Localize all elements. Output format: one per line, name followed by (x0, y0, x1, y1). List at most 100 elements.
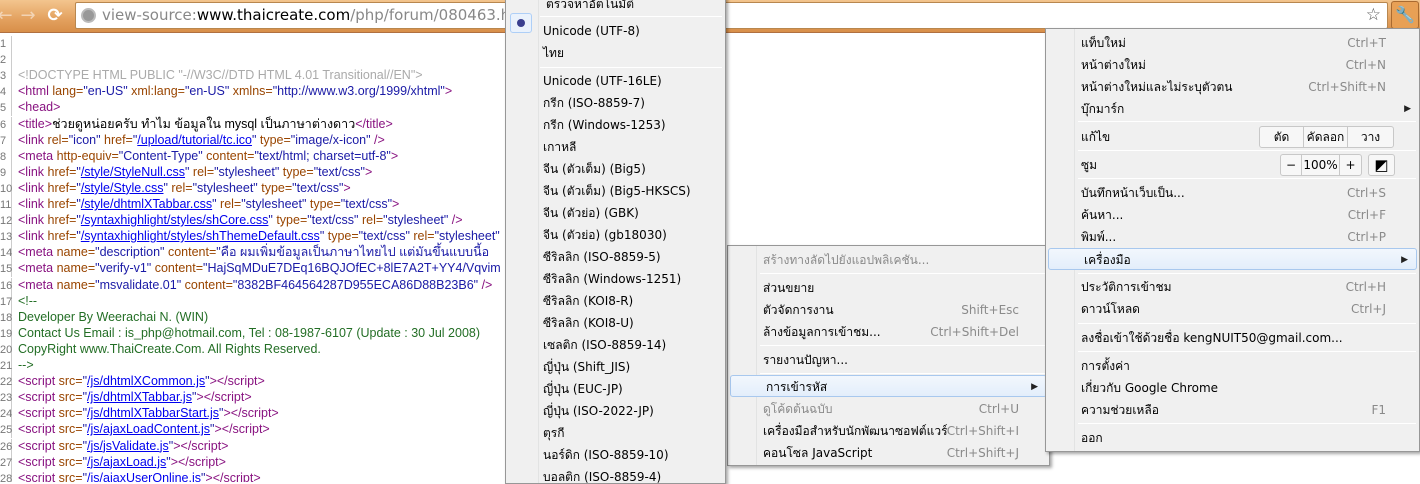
encoding-item-label: ไทย (543, 46, 564, 60)
encoding-item[interactable]: จีน (ตัวเต็ม) (Big5) (506, 158, 725, 180)
menu-item-history-shortcut: Ctrl+H (1345, 280, 1386, 294)
encoding-item[interactable]: บอลติก (ISO-8859-4) (506, 466, 725, 483)
tools-item[interactable]: ส่วนขยาย (728, 277, 1049, 299)
encoding-item[interactable]: กรีก (Windows-1253) (506, 114, 725, 136)
source-token: ></script> (223, 406, 279, 421)
source-token: <head> (18, 100, 61, 115)
source-link[interactable]: /js/dhtmlXCommon.js (87, 374, 205, 388)
source-token: content= (181, 277, 233, 292)
source-link[interactable]: /style/StyleNull.css (81, 165, 185, 179)
encoding-item[interactable]: เซลติก (ISO-8859-14) (506, 334, 725, 356)
source-link[interactable]: /syntaxhighlight/styles/shThemeDefault.c… (81, 229, 320, 243)
menu-item-new-tab[interactable]: แท็บใหม่ Ctrl+T (1046, 32, 1419, 54)
edit-copy-button[interactable]: คัดลอก (1304, 127, 1348, 147)
menu-item-downloads-shortcut: Ctrl+J (1351, 302, 1386, 316)
source-token: ></script> (170, 454, 226, 469)
menu-item-new-window[interactable]: หน้าต่างใหม่ Ctrl+N (1046, 54, 1419, 76)
tools-item[interactable]: คอนโซล JavaScript Ctrl+Shift+J (728, 442, 1049, 464)
menu-item-save[interactable]: บันทึกหน้าเว็บเป็น... Ctrl+S (1046, 182, 1419, 204)
tools-item[interactable]: เครื่องมือสำหรับนักพัฒนาซอฟต์แวร์ Ctrl+Sh… (728, 420, 1049, 442)
encoding-item[interactable]: จีน (ตัวเต็ม) (Big5-HKSCS) (506, 180, 725, 202)
fullscreen-button[interactable]: ◩ (1368, 154, 1395, 176)
menu-item-help[interactable]: ความช่วยเหลือ F1 (1046, 399, 1419, 421)
source-token: "en-US" (83, 84, 128, 99)
reload-button[interactable]: ⟳ (44, 5, 66, 27)
source-link[interactable]: /js/jsValidate.js (87, 439, 169, 453)
encoding-item[interactable]: ซีริลลิก (Windows-1251) (506, 268, 725, 290)
encoding-auto-detect[interactable]: ตรวจหาอัตโนมัติ (506, 0, 725, 15)
edit-cut-button[interactable]: ตัด (1260, 127, 1304, 147)
menu-item-exit[interactable]: ออก (1046, 427, 1419, 449)
menu-item-signin[interactable]: ลงชื่อเข้าใช้ด้วยชื่อ kengNUIT50@gmail.c… (1046, 327, 1419, 349)
tools-item[interactable]: ล้างข้อมูลการเข้าชม... Ctrl+Shift+Del (728, 321, 1049, 343)
encoding-item[interactable]: ซีริลลิก (ISO-8859-5) (506, 246, 725, 268)
wrench-menu-button[interactable]: 🔧 (1391, 1, 1419, 29)
encoding-item[interactable]: ซีริลลิก (KOI8-R) (506, 290, 725, 312)
line-number: 16 (0, 277, 13, 294)
encoding-item[interactable]: จีน (ตัวย่อ) (GBK) (506, 202, 725, 224)
bookmark-star-icon[interactable]: ☆ (1366, 3, 1381, 28)
source-link[interactable]: /js/ajaxLoadContent.js (87, 422, 210, 436)
encoding-item[interactable]: ญี่ปุ่น (Shift_JIS) (506, 356, 725, 378)
source-token: </title> (355, 116, 393, 131)
source-line: 14 <meta name="description" content="คือ … (0, 244, 489, 262)
zoom-minus-button[interactable]: − (1281, 155, 1302, 175)
tools-item[interactable]: ตัวจัดการงาน Shift+Esc (728, 299, 1049, 321)
menu-item-settings-label: การตั้งค่า (1081, 359, 1130, 373)
menu-item-print[interactable]: พิมพ์... Ctrl+P (1046, 226, 1419, 248)
menu-item-bookmarks[interactable]: บุ๊กมาร์ก ▶ (1046, 98, 1419, 120)
encoding-item[interactable]: ตุรกี (506, 422, 725, 444)
line-number: 21 (0, 358, 13, 374)
menu-item-zoom[interactable]: ซูม (1046, 154, 1419, 176)
tools-item-label: ล้างข้อมูลการเข้าชม... (763, 325, 881, 339)
edit-paste-button[interactable]: วาง (1348, 127, 1393, 147)
zoom-plus-button[interactable]: + (1340, 155, 1361, 175)
menu-item-settings[interactable]: การตั้งค่า (1046, 355, 1419, 377)
encoding-item[interactable]: ไทย (506, 42, 725, 64)
source-token: <link (18, 197, 45, 211)
back-button[interactable]: ← (0, 5, 16, 27)
source-link[interactable]: /upload/tutorial/tc.ico (137, 133, 252, 147)
source-link[interactable]: /js/ajaxLoad.js (87, 455, 166, 469)
encoding-item[interactable]: นอร์ดิก (ISO-8859-10) (506, 444, 725, 466)
menu-item-find[interactable]: ค้นหา... Ctrl+F (1046, 204, 1419, 226)
source-link[interactable]: /js/ajaxUserOnline.js (87, 471, 201, 482)
source-link[interactable]: /syntaxhighlight/styles/shCore.css (81, 213, 269, 227)
menu-item-tools[interactable]: เครื่องมือ ▶ (1048, 248, 1417, 270)
encoding-item[interactable]: Unicode (UTF-16LE) (506, 70, 725, 92)
source-link[interactable]: /style/Style.css (81, 181, 164, 195)
encoding-item[interactable]: จีน (ตัวย่อ) (gb18030) (506, 224, 725, 246)
encoding-item[interactable]: Unicode (UTF-8) (506, 20, 725, 42)
menu-item-history[interactable]: ประวัติการเข้าชม Ctrl+H (1046, 276, 1419, 298)
tools-item-label: ส่วนขยาย (763, 281, 815, 295)
source-link[interactable]: /js/dhtmlXTabbarStart.js (87, 406, 219, 420)
address-bar[interactable]: view-source:www.thaicreate.com/php/forum… (75, 2, 1388, 29)
source-line: 28 <script src="/js/ajaxUserOnline.js"></… (0, 470, 261, 482)
encoding-item-label: เกาหลี (543, 140, 577, 154)
source-line: 2 (0, 51, 18, 69)
source-link[interactable]: /style/dhtmlXTabbar.css (81, 197, 212, 211)
tools-item-shortcut: Ctrl+Shift+J (946, 446, 1019, 460)
tools-item-label: เครื่องมือสำหรับนักพัฒนาซอฟต์แวร์ (763, 424, 948, 438)
encoding-item-label: นอร์ดิก (ISO-8859-10) (543, 448, 669, 462)
menu-separator (760, 345, 1046, 346)
menu-item-incognito[interactable]: หน้าต่างใหม่และไม่ระบุตัวตน Ctrl+Shift+N (1046, 76, 1419, 98)
source-token: ></script> (214, 422, 270, 437)
menu-item-new-window-shortcut: Ctrl+N (1345, 58, 1386, 72)
tools-item[interactable]: รายงานปัญหา... (728, 349, 1049, 371)
menu-item-about[interactable]: เกี่ยวกับ Google Chrome (1046, 377, 1419, 399)
source-token: rel= (44, 132, 69, 147)
source-line: 15 <meta name="verify-v1" content="HajSqM… (0, 260, 501, 278)
source-token: src= (55, 422, 83, 437)
source-token: <meta (18, 261, 54, 276)
source-link[interactable]: /js/dhtmlXTabbar.js (87, 390, 192, 404)
encoding-item[interactable]: ญี่ปุ่น (ISO-2022-JP) (506, 400, 725, 422)
encoding-item[interactable]: ญี่ปุ่น (EUC-JP) (506, 378, 725, 400)
line-number: 10 (0, 180, 13, 197)
encoding-item[interactable]: กรีก (ISO-8859-7) (506, 92, 725, 114)
forward-button[interactable]: → (17, 5, 39, 27)
encoding-item[interactable]: เกาหลี (506, 136, 725, 158)
tools-item[interactable]: การเข้ารหัส ▶ (730, 375, 1047, 397)
encoding-item[interactable]: ซีริลลิก (KOI8-U) (506, 312, 725, 334)
menu-item-downloads[interactable]: ดาวน์โหลด Ctrl+J (1046, 298, 1419, 320)
